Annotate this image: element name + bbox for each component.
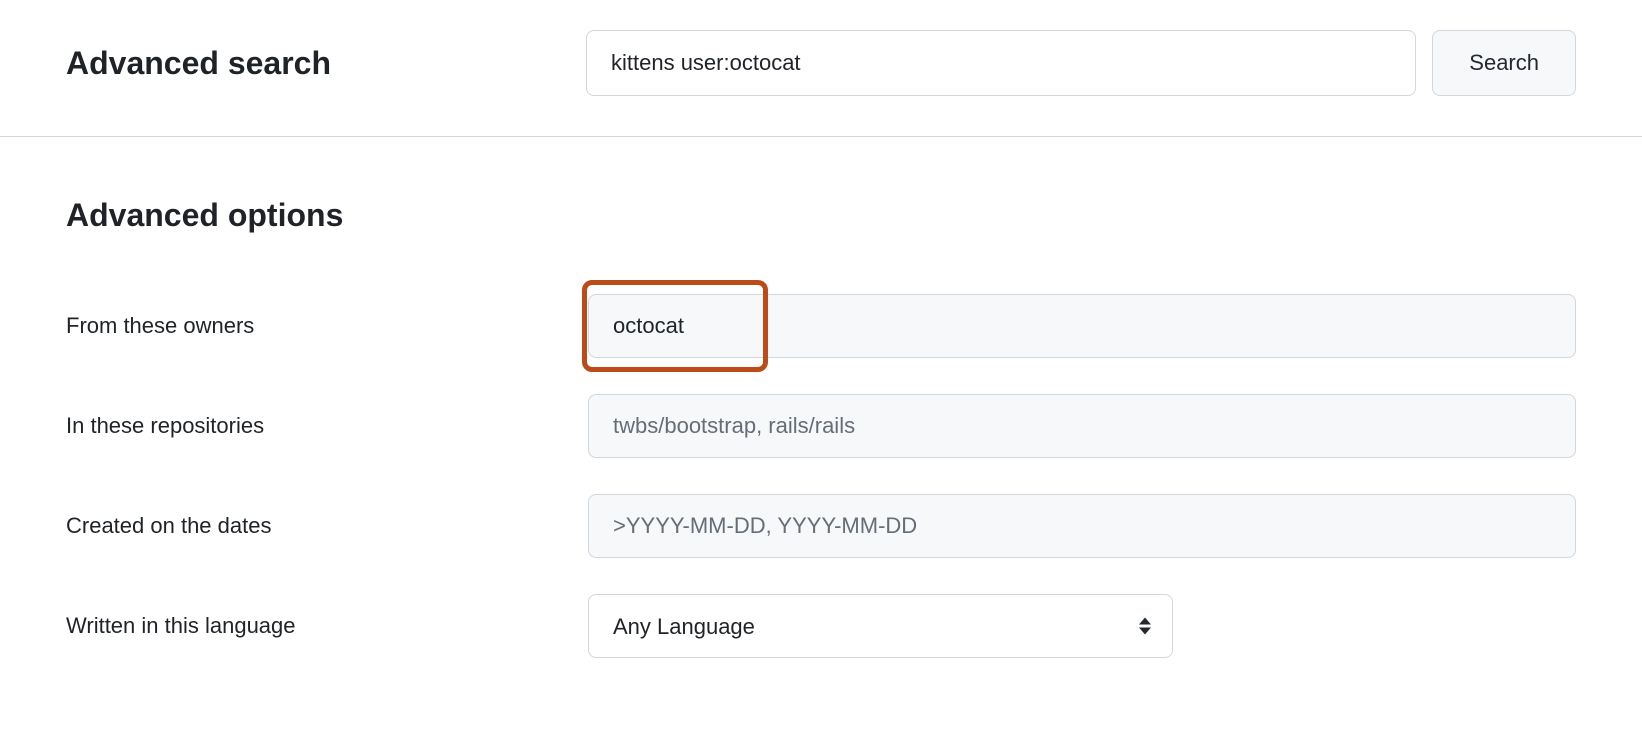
repositories-row: In these repositories bbox=[66, 394, 1576, 458]
repositories-input-wrap bbox=[588, 394, 1576, 458]
created-input[interactable] bbox=[588, 494, 1576, 558]
language-row: Written in this language Any Language bbox=[66, 594, 1576, 658]
search-input[interactable] bbox=[586, 30, 1416, 96]
owners-input[interactable] bbox=[588, 294, 1576, 358]
advanced-search-header: Advanced search Search bbox=[0, 0, 1642, 137]
search-row: Search bbox=[586, 30, 1576, 96]
page-title: Advanced search bbox=[66, 45, 546, 82]
advanced-options-section: Advanced options From these owners In th… bbox=[0, 137, 1642, 734]
created-row: Created on the dates bbox=[66, 494, 1576, 558]
repositories-input[interactable] bbox=[588, 394, 1576, 458]
created-label: Created on the dates bbox=[66, 513, 588, 539]
owners-input-wrap bbox=[588, 294, 1576, 358]
language-select[interactable]: Any Language bbox=[588, 594, 1173, 658]
owners-row: From these owners bbox=[66, 294, 1576, 358]
created-input-wrap bbox=[588, 494, 1576, 558]
owners-label: From these owners bbox=[66, 313, 588, 339]
repositories-label: In these repositories bbox=[66, 413, 588, 439]
language-label: Written in this language bbox=[66, 613, 588, 639]
search-button[interactable]: Search bbox=[1432, 30, 1576, 96]
section-title: Advanced options bbox=[66, 197, 1576, 234]
language-select-wrap: Any Language bbox=[588, 594, 1173, 658]
